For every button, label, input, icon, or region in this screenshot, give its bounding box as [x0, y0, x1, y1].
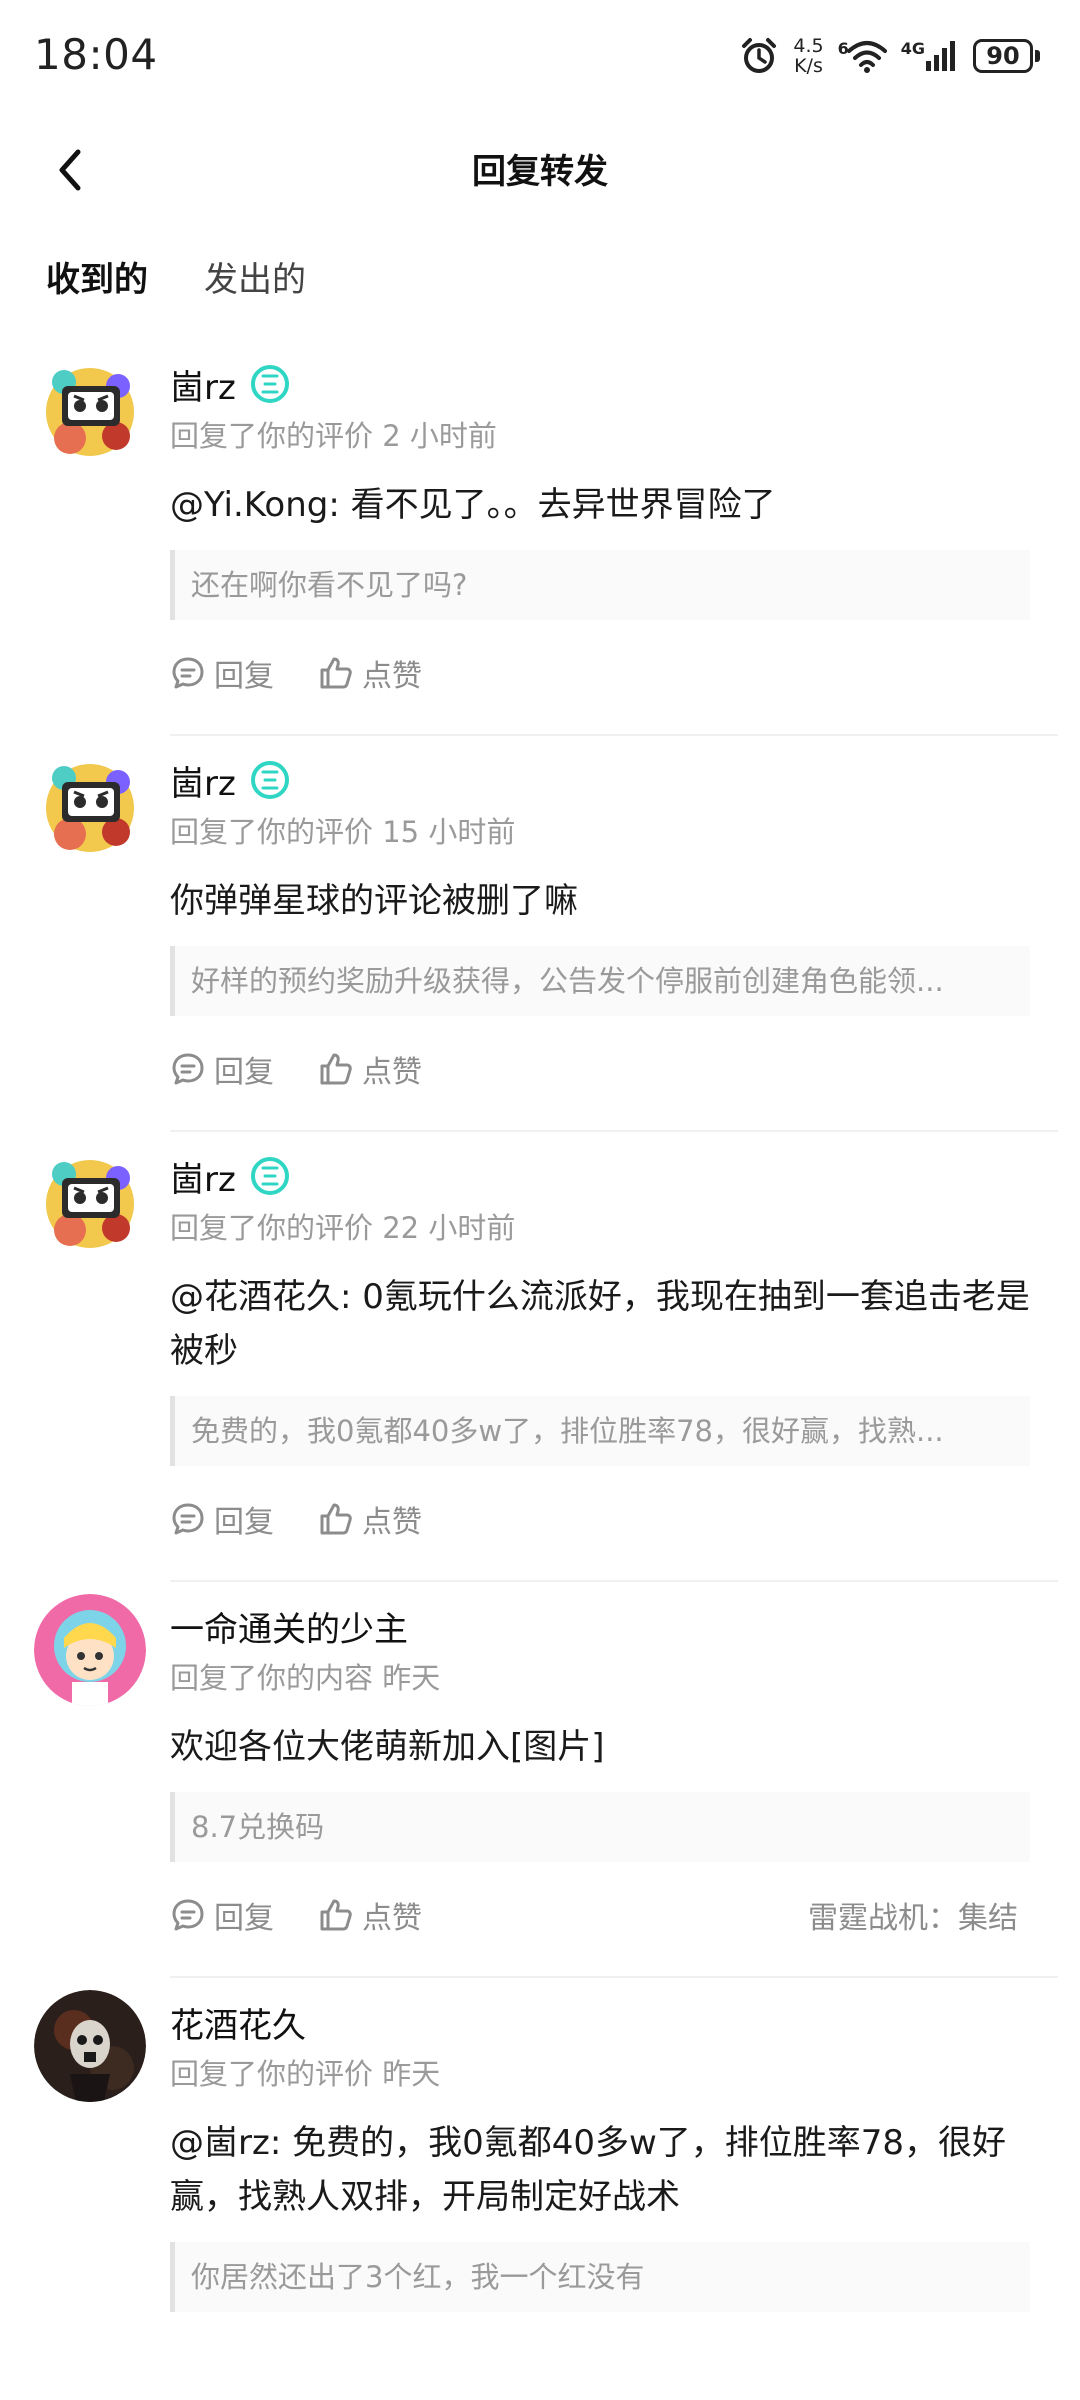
user-name[interactable]: 崮rz: [170, 756, 236, 805]
reply-meta: 回复了你的评价 22 小时前: [170, 1211, 516, 1245]
user-name[interactable]: 花酒花久: [170, 1998, 306, 2047]
name-row: 崮rz: [170, 360, 1058, 408]
reply-meta: 回复了你的评价 昨天: [170, 2057, 441, 2091]
action-row: 回复 点赞 雷霆战机：集结: [170, 1884, 1058, 1946]
battery-indicator: 90: [973, 39, 1040, 73]
avatar[interactable]: [34, 748, 146, 860]
thumbs-up-icon: [320, 1899, 352, 1931]
level-badge-icon: [250, 365, 289, 403]
user-name[interactable]: 崮rz: [170, 1152, 236, 1201]
tab-bar: 收到的 发出的: [46, 252, 306, 309]
wifi-indicator: 6: [838, 39, 887, 73]
list-item[interactable]: 崮rz 回复了你的评价 22 小时前 @花酒花久: 0氪玩什么流派好，我现在抽到…: [0, 1132, 1080, 1582]
item-content: 花酒花久 回复了你的评价 昨天 @崮rz: 免费的，我0氪都40多w了，排位胜率…: [170, 1978, 1058, 2312]
avatar-image-icon: [34, 352, 146, 464]
like-button[interactable]: 点赞: [318, 1497, 422, 1541]
reply-meta: 回复了你的内容 昨天: [170, 1661, 441, 1695]
like-button[interactable]: 点赞: [318, 1047, 422, 1091]
user-name[interactable]: 一命通关的少主: [170, 1602, 408, 1651]
signal-icon: [926, 41, 955, 71]
reply-text[interactable]: @花酒花久: 0氪玩什么流派好，我现在抽到一套追击老是被秒: [170, 1270, 1058, 1378]
reply-button[interactable]: 回复: [170, 651, 274, 695]
list-item[interactable]: 花酒花久 回复了你的评价 昨天 @崮rz: 免费的，我0氪都40多w了，排位胜率…: [0, 1978, 1080, 2312]
quoted-comment[interactable]: 你居然还出了3个红，我一个红没有: [170, 2242, 1030, 2312]
reply-button[interactable]: 回复: [170, 1893, 274, 1937]
like-label: 点赞: [362, 659, 422, 694]
like-label: 点赞: [362, 1505, 422, 1540]
cell-label: 4G: [900, 39, 925, 58]
level-badge-icon: [250, 1157, 289, 1195]
reply-label: 回复: [214, 1055, 274, 1090]
reply-meta: 回复了你的评价 15 小时前: [170, 815, 516, 849]
net-speed-unit: K/s: [794, 55, 823, 77]
action-row: 回复 点赞: [170, 1488, 1058, 1550]
tab-sent[interactable]: 发出的: [204, 252, 306, 309]
name-row: 崮rz: [170, 1152, 1058, 1200]
thumbs-up-icon: [320, 1503, 352, 1535]
tab-received[interactable]: 收到的: [46, 252, 148, 309]
user-name[interactable]: 崮rz: [170, 360, 236, 409]
status-icons: 4.5 K/s 6 4G 90: [739, 30, 1040, 82]
thumbs-up-icon: [320, 1053, 352, 1085]
net-speed: 4.5 K/s: [793, 36, 823, 76]
reply-label: 回复: [214, 1505, 274, 1540]
avatar[interactable]: [34, 1594, 146, 1706]
reply-text[interactable]: 你弹弹星球的评论被删了嘛: [170, 874, 1058, 928]
cell-indicator: 4G: [901, 39, 959, 73]
comment-icon: [172, 1503, 204, 1535]
page-title: 回复转发: [472, 152, 608, 192]
list-item[interactable]: 崮rz 回复了你的评价 15 小时前 你弹弹星球的评论被删了嘛 好样的预约奖励升…: [0, 736, 1080, 1132]
avatar-image-icon: [34, 748, 146, 860]
comment-icon: [172, 657, 204, 689]
reply-button[interactable]: 回复: [170, 1047, 274, 1091]
avatar-image-icon: [34, 1144, 146, 1256]
title-bar: 回复转发: [0, 120, 1080, 220]
status-time: 18:04: [34, 30, 158, 79]
avatar[interactable]: [34, 1990, 146, 2102]
reply-meta: 回复了你的评价 2 小时前: [170, 419, 497, 453]
quoted-comment[interactable]: 8.7兑换码: [170, 1792, 1030, 1862]
reply-text[interactable]: @崮rz: 免费的，我0氪都40多w了，排位胜率78，很好赢，找熟人双排，开局制…: [170, 2116, 1058, 2224]
quoted-comment[interactable]: 免费的，我0氪都40多w了，排位胜率78，很好赢，找熟...: [170, 1396, 1030, 1466]
battery-tip: [1035, 50, 1040, 62]
status-bar: 18:04 4.5 K/s 6 4G 90: [0, 0, 1080, 110]
wifi-icon: [846, 41, 887, 73]
list-item[interactable]: 一命通关的少主 回复了你的内容 昨天 欢迎各位大佬萌新加入[图片] 8.7兑换码…: [0, 1582, 1080, 1978]
avatar-image-icon: [34, 1594, 146, 1706]
item-content: 崮rz 回复了你的评价 2 小时前 @Yi.Kong: 看不见了。。去异世界冒险…: [170, 340, 1058, 736]
action-row: 回复 点赞: [170, 642, 1058, 704]
quoted-comment[interactable]: 好样的预约奖励升级获得，公告发个停服前创建角色能领...: [170, 946, 1030, 1016]
reply-label: 回复: [214, 659, 274, 694]
name-row: 崮rz: [170, 756, 1058, 804]
like-label: 点赞: [362, 1055, 422, 1090]
quoted-comment[interactable]: 还在啊你看不见了吗?: [170, 550, 1030, 620]
like-label: 点赞: [362, 1901, 422, 1936]
item-content: 崮rz 回复了你的评价 15 小时前 你弹弹星球的评论被删了嘛 好样的预约奖励升…: [170, 736, 1058, 1132]
thumbs-up-icon: [320, 657, 352, 689]
reply-text[interactable]: 欢迎各位大佬萌新加入[图片]: [170, 1720, 1058, 1774]
reply-button[interactable]: 回复: [170, 1497, 274, 1541]
action-row: 回复 点赞: [170, 1038, 1058, 1100]
name-row: 一命通关的少主: [170, 1602, 1058, 1650]
reply-label: 回复: [214, 1901, 274, 1936]
item-content: 崮rz 回复了你的评价 22 小时前 @花酒花久: 0氪玩什么流派好，我现在抽到…: [170, 1132, 1058, 1582]
name-row: 花酒花久: [170, 1998, 1058, 2046]
game-tag[interactable]: 雷霆战机：集结: [808, 1893, 1018, 1937]
avatar[interactable]: [34, 1144, 146, 1256]
net-speed-value: 4.5: [793, 35, 824, 57]
avatar-image-icon: [34, 1990, 146, 2102]
like-button[interactable]: 点赞: [318, 651, 422, 695]
reply-feed: 崮rz 回复了你的评价 2 小时前 @Yi.Kong: 看不见了。。去异世界冒险…: [0, 340, 1080, 2312]
battery-level: 90: [973, 39, 1033, 73]
comment-icon: [172, 1899, 204, 1931]
like-button[interactable]: 点赞: [318, 1893, 422, 1937]
list-item[interactable]: 崮rz 回复了你的评价 2 小时前 @Yi.Kong: 看不见了。。去异世界冒险…: [0, 340, 1080, 736]
level-badge-icon: [250, 761, 289, 799]
comment-icon: [172, 1053, 204, 1085]
item-content: 一命通关的少主 回复了你的内容 昨天 欢迎各位大佬萌新加入[图片] 8.7兑换码…: [170, 1582, 1058, 1978]
alarm-icon: [742, 38, 777, 73]
avatar[interactable]: [34, 352, 146, 464]
reply-text[interactable]: @Yi.Kong: 看不见了。。去异世界冒险了: [170, 478, 1058, 532]
